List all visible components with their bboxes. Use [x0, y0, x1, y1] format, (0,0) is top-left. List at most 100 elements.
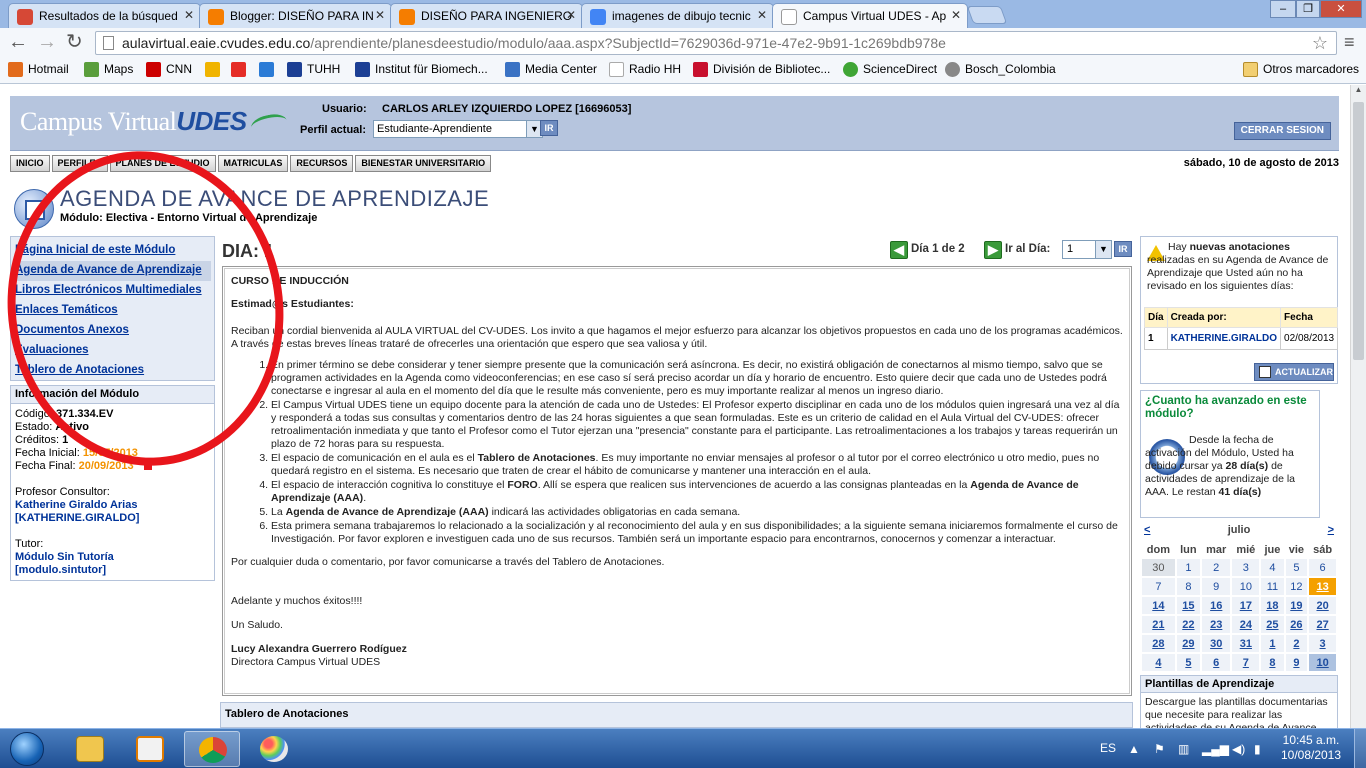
profile-select[interactable]: Estudiante-Aprendiente ▼	[373, 120, 543, 138]
back-icon[interactable]: ←	[8, 32, 28, 52]
scroll-up-icon[interactable]: ▲	[1351, 85, 1366, 94]
calendar-day[interactable]: 2	[1285, 635, 1308, 652]
calendar-day[interactable]: 10	[1309, 654, 1336, 671]
new-tab-button[interactable]	[966, 6, 1008, 24]
calendar-day[interactable]: 9	[1202, 578, 1231, 595]
show-hidden-icons-icon[interactable]: ▲	[1128, 742, 1140, 756]
menu-recursos[interactable]: RECURSOS	[290, 155, 354, 172]
profesor-link[interactable]: Katherine Giraldo Arias	[15, 499, 137, 511]
taskbar-chrome[interactable]	[184, 731, 240, 767]
calendar-day[interactable]: 8	[1176, 578, 1201, 595]
calendar-day[interactable]: 11	[1261, 578, 1284, 595]
calendar-day[interactable]: 13	[1309, 578, 1336, 595]
calendar-day[interactable]: 31	[1232, 635, 1260, 652]
calendar-day[interactable]: 29	[1176, 635, 1201, 652]
bookmark-media-center[interactable]: Media Center	[505, 62, 597, 77]
calendar-day[interactable]: 1	[1261, 635, 1284, 652]
previous-day-icon[interactable]: ◀	[890, 241, 908, 259]
taskbar-media-player[interactable]	[122, 731, 178, 767]
maximize-icon[interactable]: ❐	[1296, 0, 1320, 18]
calendar-day[interactable]: 3	[1232, 559, 1260, 576]
calendar-day[interactable]: 19	[1285, 597, 1308, 614]
actualizar-button[interactable]: ACTUALIZAR	[1254, 363, 1334, 381]
address-bar[interactable]: aulavirtual.eaie.cvudes.edu.co/aprendien…	[95, 31, 1337, 55]
bookmark-cnn[interactable]: CNN	[146, 62, 192, 77]
menu-matriculas[interactable]: MATRICULAS	[217, 155, 289, 172]
calendar-day[interactable]: 18	[1261, 597, 1284, 614]
bookmark-sciencedirect[interactable]: ScienceDirect	[843, 62, 937, 77]
go-to-day-button[interactable]: IR	[1114, 241, 1132, 257]
campus-logo[interactable]: Campus VirtualUDES	[20, 106, 289, 137]
menu-bienestar[interactable]: BIENESTAR UNIVERSITARIO	[355, 155, 492, 172]
reload-icon[interactable]: ↻	[66, 32, 83, 52]
close-tab-icon[interactable]: ✕	[757, 8, 767, 22]
calendar-day[interactable]: 30	[1202, 635, 1231, 652]
calendar-day[interactable]: 27	[1309, 616, 1336, 633]
close-tab-icon[interactable]: ✕	[951, 8, 961, 22]
calendar-day[interactable]: 15	[1176, 597, 1201, 614]
volume-icon[interactable]: ◀)	[1232, 742, 1245, 756]
close-tab-icon[interactable]: ✕	[566, 8, 576, 22]
logout-button[interactable]: CERRAR SESION	[1233, 122, 1331, 140]
browser-tab[interactable]: imagenes de dibujo tecnic ✕	[581, 3, 774, 28]
flag-icon[interactable]: ⚑	[1154, 742, 1165, 756]
calendar-day[interactable]: 26	[1285, 616, 1308, 633]
browser-tab[interactable]: Blogger: DISEÑO PARA IN ✕	[199, 3, 392, 28]
other-bookmarks[interactable]: Otros marcadores	[1243, 62, 1359, 77]
browser-tab[interactable]: Resultados de la búsqued ✕	[8, 3, 201, 28]
calendar-day[interactable]: 20	[1309, 597, 1336, 614]
calendar-day[interactable]: 2	[1202, 559, 1231, 576]
bookmark-bosch[interactable]: Bosch_Colombia	[945, 62, 1056, 77]
calendar-day[interactable]: 24	[1232, 616, 1260, 633]
calendar-day[interactable]: 7	[1232, 654, 1260, 671]
calendar-day[interactable]: 28	[1142, 635, 1175, 652]
bookmark-maps[interactable]: Maps	[84, 62, 133, 77]
profile-go-button[interactable]: IR	[540, 120, 558, 136]
calendar-day[interactable]: 23	[1202, 616, 1231, 633]
bookmark-biblioteca[interactable]: División de Bibliotec...	[693, 62, 830, 77]
calendar-day[interactable]: 16	[1202, 597, 1231, 614]
note-author-link[interactable]: KATHERINE.GIRALDO	[1171, 333, 1277, 344]
calendar-day[interactable]: 14	[1142, 597, 1175, 614]
calendar-day[interactable]: 4	[1261, 559, 1284, 576]
forward-icon[interactable]: →	[37, 32, 57, 52]
show-desktop-button[interactable]	[1354, 729, 1366, 768]
start-button[interactable]	[10, 732, 44, 766]
calendar-day[interactable]: 5	[1285, 559, 1308, 576]
bookmark-radio[interactable]: Radio HH	[609, 62, 681, 77]
signal-icon[interactable]: ▂▄▆	[1202, 742, 1229, 756]
close-window-icon[interactable]: ✕	[1320, 0, 1362, 18]
calendar-day[interactable]: 10	[1232, 578, 1260, 595]
taskbar-explorer[interactable]	[62, 731, 118, 767]
calendar-day[interactable]: 3	[1309, 635, 1336, 652]
calendar-day[interactable]: 6	[1309, 559, 1336, 576]
calendar-day[interactable]: 30	[1142, 559, 1175, 576]
minimize-icon[interactable]: ‒	[1270, 0, 1296, 18]
profesor-user-link[interactable]: [KATHERINE.GIRALDO]	[15, 512, 139, 524]
menu-inicio[interactable]: INICIO	[10, 155, 50, 172]
calendar-day[interactable]: 5	[1176, 654, 1201, 671]
browser-tab-active[interactable]: Campus Virtual UDES - Ap ✕	[772, 3, 968, 28]
battery-icon[interactable]: ▮	[1254, 742, 1261, 756]
calendar-day[interactable]: 12	[1285, 578, 1308, 595]
calendar-day[interactable]: 9	[1285, 654, 1308, 671]
calendar-next-link[interactable]: >	[1328, 524, 1334, 536]
calendar-day[interactable]: 1	[1176, 559, 1201, 576]
calendar-day[interactable]: 22	[1176, 616, 1201, 633]
calendar-day[interactable]: 7	[1142, 578, 1175, 595]
network-icon[interactable]: ▥	[1178, 742, 1189, 756]
day-select[interactable]: 1 ▼	[1062, 240, 1112, 259]
scrollbar-thumb[interactable]	[1353, 102, 1364, 360]
bookmark-hotmail[interactable]: Hotmail	[8, 62, 69, 77]
close-tab-icon[interactable]: ✕	[184, 8, 194, 22]
taskbar-paint[interactable]	[246, 731, 302, 767]
next-day-icon[interactable]: ▶	[984, 241, 1002, 259]
tutor-link[interactable]: Módulo Sin Tutoría	[15, 551, 114, 563]
calendar-day[interactable]: 17	[1232, 597, 1260, 614]
system-clock[interactable]: 10:45 a.m. 10/08/2013	[1280, 733, 1342, 763]
calendar-day[interactable]: 6	[1202, 654, 1231, 671]
menu-icon[interactable]: ≡	[1344, 32, 1355, 52]
calendar-day[interactable]: 4	[1142, 654, 1175, 671]
vertical-scrollbar[interactable]: ▲	[1350, 85, 1366, 728]
calendar-day[interactable]: 21	[1142, 616, 1175, 633]
